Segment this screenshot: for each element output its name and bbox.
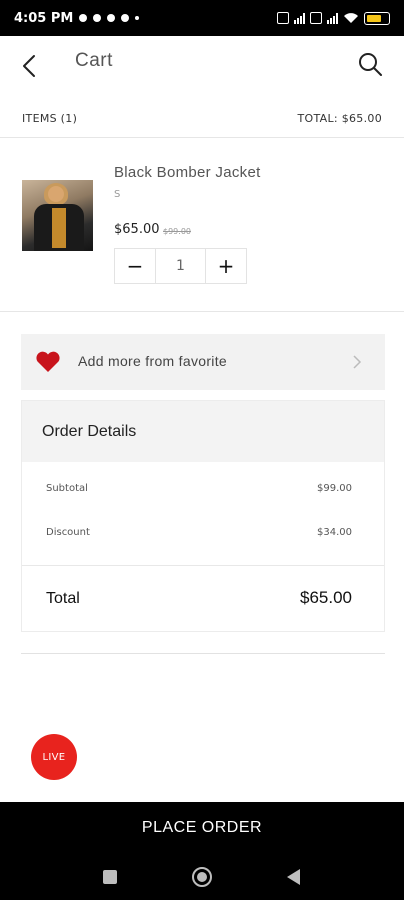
status-bar: 4:05 PM bbox=[0, 0, 404, 36]
product-size: S bbox=[114, 189, 121, 200]
product-image[interactable] bbox=[22, 180, 93, 251]
section-divider bbox=[21, 653, 385, 654]
cart-item: Black Bomber Jacket S $65.00 $99.00 − 1 … bbox=[0, 138, 404, 312]
sim-icon bbox=[277, 12, 289, 24]
app-header: Cart bbox=[0, 36, 404, 92]
product-price: $65.00 bbox=[114, 222, 160, 237]
items-count: ITEMS (1) bbox=[22, 112, 78, 125]
increase-quantity-button[interactable]: + bbox=[206, 249, 246, 283]
square-icon[interactable] bbox=[99, 866, 121, 888]
heart-icon bbox=[36, 351, 60, 372]
decrease-quantity-button[interactable]: − bbox=[115, 249, 155, 283]
cart-total: TOTAL: $65.00 bbox=[297, 112, 382, 125]
page-title: Cart bbox=[75, 50, 113, 71]
place-order-button[interactable]: PLACE ORDER bbox=[0, 802, 404, 854]
wifi-icon bbox=[344, 13, 358, 23]
system-nav-bar bbox=[0, 854, 404, 900]
quantity-stepper: − 1 + bbox=[114, 248, 247, 284]
order-details-title: Order Details bbox=[42, 423, 137, 440]
alarm-icon bbox=[79, 14, 88, 22]
signal-icon bbox=[294, 12, 305, 24]
notification-icon bbox=[93, 14, 102, 22]
arrow-left-icon[interactable] bbox=[16, 52, 44, 80]
search-icon[interactable] bbox=[356, 50, 384, 78]
notification-icon bbox=[107, 14, 116, 22]
status-system-icons bbox=[277, 11, 390, 25]
discount-value: $34.00 bbox=[317, 527, 352, 538]
status-notification-icons bbox=[79, 14, 140, 22]
total-label: Total bbox=[46, 590, 80, 607]
status-time: 4:05 PM bbox=[14, 10, 74, 26]
cart-summary: ITEMS (1) TOTAL: $65.00 bbox=[0, 100, 404, 138]
live-button[interactable]: LIVE bbox=[31, 734, 77, 780]
product-original-price: $99.00 bbox=[163, 227, 191, 236]
discount-label: Discount bbox=[46, 527, 90, 538]
subtotal-label: Subtotal bbox=[46, 483, 88, 494]
triangle-back-icon[interactable] bbox=[283, 866, 305, 888]
notification-icon bbox=[121, 14, 130, 22]
subtotal-value: $99.00 bbox=[317, 483, 352, 494]
signal-icon bbox=[327, 12, 338, 24]
order-details-card: Order Details Subtotal $99.00 Discount $… bbox=[21, 400, 385, 632]
battery-icon bbox=[364, 11, 390, 25]
total-value: $65.00 bbox=[300, 588, 352, 607]
product-name[interactable]: Black Bomber Jacket bbox=[114, 164, 261, 181]
quantity-value: 1 bbox=[155, 249, 206, 283]
order-details-header: Order Details bbox=[22, 401, 384, 462]
more-notifications-icon bbox=[135, 16, 140, 20]
chevron-right-icon bbox=[353, 355, 362, 369]
circle-icon[interactable] bbox=[191, 866, 213, 888]
add-from-favorite-button[interactable]: Add more from favorite bbox=[21, 334, 385, 390]
subtotal-row: Subtotal $99.00 bbox=[22, 483, 384, 503]
sim-icon bbox=[310, 12, 322, 24]
discount-row: Discount $34.00 bbox=[22, 527, 384, 547]
total-row: Total $65.00 bbox=[22, 565, 384, 633]
favorite-banner-label: Add more from favorite bbox=[78, 353, 227, 369]
